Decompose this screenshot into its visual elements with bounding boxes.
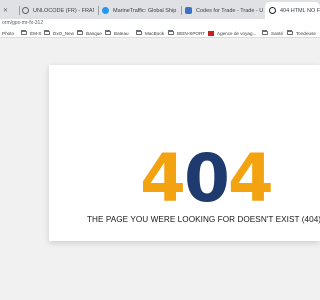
tab-marinetraffic[interactable]: MarineTraffic: Global Ship Trac bbox=[102, 2, 178, 19]
tab-separator bbox=[19, 6, 20, 15]
tab-unlocode[interactable]: UNLOCODE (FR) - FRANCE bbox=[22, 2, 94, 19]
tab-strip: ✕ UNLOCODE (FR) - FRANCE MarineTraffic: … bbox=[0, 0, 320, 19]
bookmark-label: BEIN-SPORT bbox=[177, 30, 205, 36]
bookmark-bateau[interactable]: Bateau bbox=[105, 29, 129, 37]
globe-icon bbox=[22, 7, 29, 14]
bookmark-bein-sport[interactable]: BEIN-SPORT bbox=[168, 29, 205, 37]
bookmark-label: DxO_New bbox=[53, 30, 74, 36]
bookmark-tondeuse[interactable]: Tondeuse bbox=[287, 29, 316, 37]
url-text[interactable]: orm/gps-mr-fx-312 bbox=[2, 20, 43, 26]
marinetraffic-icon bbox=[102, 7, 109, 14]
tab-partial[interactable]: ✕ bbox=[0, 2, 16, 19]
folder-icon bbox=[44, 29, 50, 36]
bookmark-label: EM-S bbox=[30, 30, 42, 36]
error-digit-0: 0 bbox=[183, 140, 230, 217]
travel-agency-icon bbox=[208, 30, 214, 36]
tab-codes-for-trade[interactable]: Codes for Trade - Trade - UNI bbox=[185, 2, 263, 19]
unece-icon bbox=[185, 7, 192, 14]
tab-separator bbox=[181, 6, 182, 15]
tab-title: UNLOCODE (FR) - FRANCE bbox=[33, 7, 94, 14]
bookmark-agence-voyage[interactable]: Agence de voyag... bbox=[208, 29, 256, 37]
bookmark-macbook[interactable]: MacBook bbox=[136, 29, 164, 37]
error-digit-second-4: 4 bbox=[227, 140, 274, 217]
bookmarks-bar: Photo EM-S DxO_New Banque Bateau MacBook… bbox=[0, 28, 320, 38]
close-icon[interactable]: ✕ bbox=[3, 7, 8, 14]
error-code-404: 4 0 4 bbox=[140, 140, 274, 217]
tab-404-active[interactable]: 404 HTML NO FOUN bbox=[265, 2, 320, 19]
bookmark-banque[interactable]: Banque bbox=[77, 29, 102, 37]
error-message: THE PAGE YOU WERE LOOKING FOR DOESN'T EX… bbox=[87, 215, 320, 224]
page-icon bbox=[269, 7, 276, 14]
folder-icon bbox=[77, 29, 83, 36]
bookmark-dxo-new[interactable]: DxO_New bbox=[44, 29, 74, 37]
tab-title: Codes for Trade - Trade - UNI bbox=[196, 7, 263, 14]
bookmark-label: Bateau bbox=[114, 30, 129, 36]
folder-icon bbox=[136, 29, 142, 36]
folder-icon bbox=[21, 29, 27, 36]
error-digit-first-4: 4 bbox=[140, 140, 186, 217]
bookmark-label: Agence de voyag... bbox=[217, 30, 257, 36]
tab-separator bbox=[98, 6, 99, 15]
bookmark-photo[interactable]: Photo bbox=[2, 29, 14, 37]
folder-icon bbox=[287, 29, 293, 36]
bookmark-label: MacBook bbox=[145, 30, 165, 36]
bookmark-em-s[interactable]: EM-S bbox=[21, 29, 41, 37]
folder-icon bbox=[262, 29, 268, 36]
folder-icon bbox=[105, 29, 111, 36]
bookmark-label: Photo bbox=[2, 30, 15, 36]
bookmark-sante[interactable]: Santé bbox=[262, 29, 283, 37]
tab-title: MarineTraffic: Global Ship Trac bbox=[113, 7, 178, 14]
folder-icon bbox=[168, 29, 174, 36]
tab-title: 404 HTML NO FOUN bbox=[280, 7, 320, 14]
address-bar[interactable]: orm/gps-mr-fx-312 bbox=[0, 19, 320, 28]
bookmark-label: Santé bbox=[271, 30, 284, 36]
bookmark-label: Banque bbox=[86, 30, 102, 36]
bookmark-label: Tondeuse bbox=[296, 30, 316, 36]
